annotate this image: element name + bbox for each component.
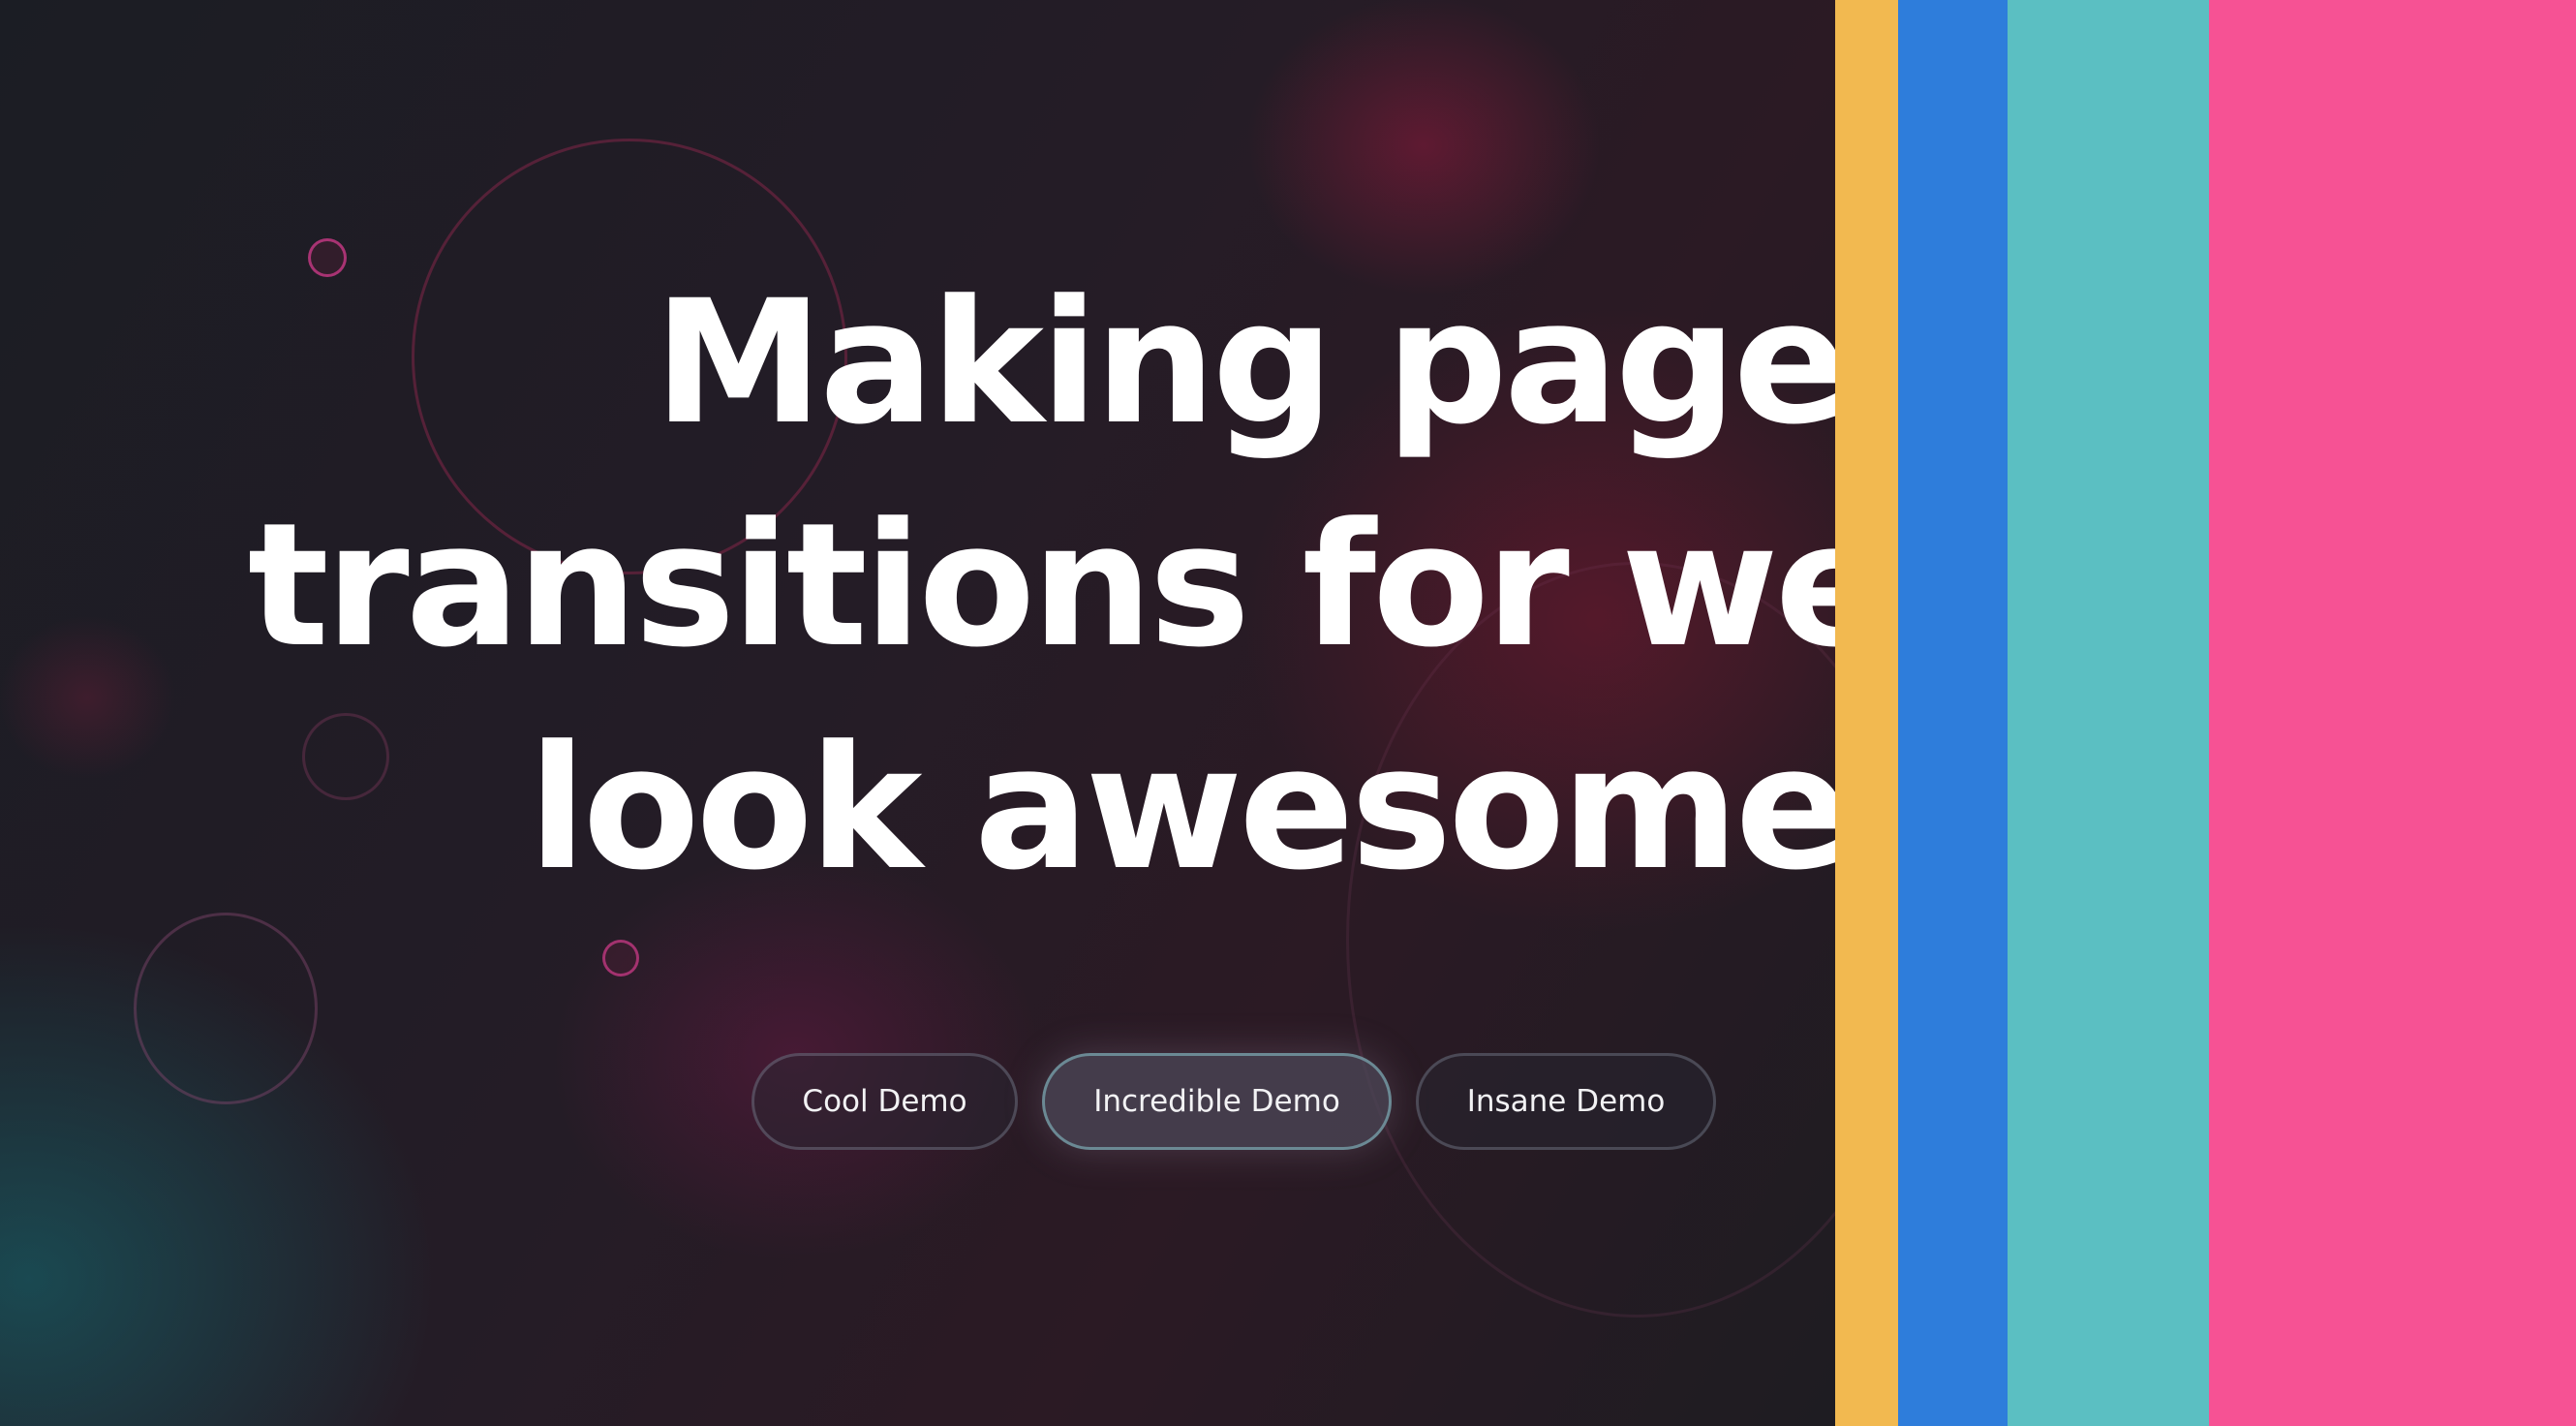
hero-section: Making page transitions for web look awe…	[0, 0, 1835, 1426]
hero-heading-line-3: look awesome	[528, 709, 1835, 908]
demo-nav: Cool Demo Incredible Demo Insane Demo	[0, 1053, 1835, 1150]
transition-stripe-blue	[1898, 0, 2008, 1426]
page-transition-demo: Making page transitions for web look awe…	[0, 0, 2576, 1426]
cool-demo-button[interactable]: Cool Demo	[751, 1053, 1018, 1150]
transition-stripe-pink	[2209, 0, 2576, 1426]
hero-heading: Making page transitions for web look awe…	[0, 0, 1835, 1426]
incredible-demo-button[interactable]: Incredible Demo	[1042, 1053, 1392, 1150]
transition-stripe-yellow	[1835, 0, 1898, 1426]
insane-demo-button[interactable]: Insane Demo	[1416, 1053, 1716, 1150]
transition-stripe-teal	[2008, 0, 2209, 1426]
hero-heading-line-2: transitions for web	[247, 486, 1835, 685]
hero-heading-line-1: Making page	[654, 264, 1835, 462]
